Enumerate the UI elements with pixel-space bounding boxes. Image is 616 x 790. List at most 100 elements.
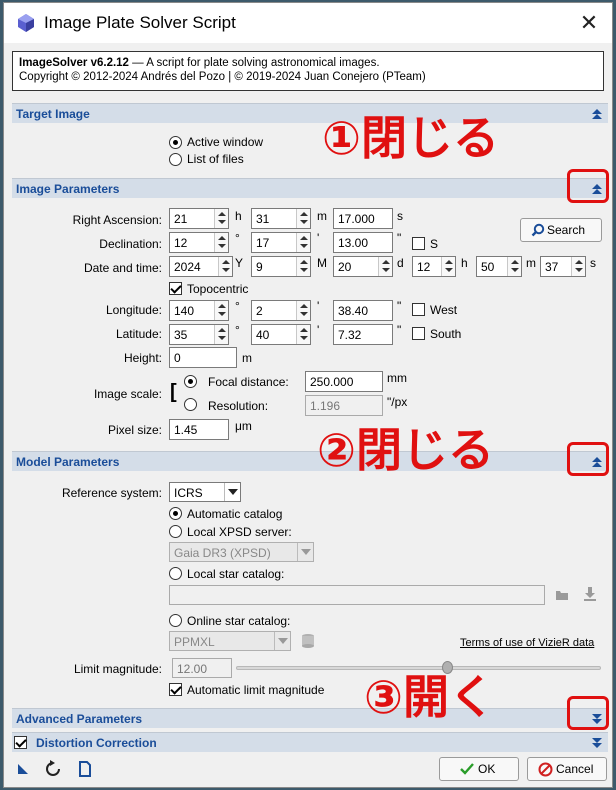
- active-window-radio[interactable]: [169, 136, 182, 149]
- height-label: Height:: [123, 351, 162, 365]
- checkmark-icon: [460, 763, 474, 775]
- cancel-label: Cancel: [556, 762, 594, 776]
- south-checkbox[interactable]: [412, 327, 425, 340]
- spin-arrows-icon[interactable]: [214, 233, 228, 252]
- spin-arrows-icon[interactable]: [214, 325, 228, 344]
- dec-south-checkbox[interactable]: [412, 237, 425, 250]
- online-star-catalog-radio[interactable]: [169, 614, 182, 627]
- spin-arrows-icon[interactable]: [296, 301, 310, 320]
- collapse-icon[interactable]: [590, 107, 604, 121]
- dec-south-label: S: [430, 237, 439, 251]
- topocentric-checkbox[interactable]: [169, 282, 182, 295]
- download-icon[interactable]: [582, 586, 598, 602]
- section-distortion-correction[interactable]: Distortion Correction: [12, 732, 608, 752]
- limit-magnitude-field[interactable]: 12.00: [172, 658, 232, 678]
- height-unit: m: [242, 351, 252, 365]
- section-target-image[interactable]: Target Image: [12, 103, 608, 123]
- minute-spinbox[interactable]: 50: [476, 256, 522, 277]
- section-model-parameters[interactable]: Model Parameters: [12, 451, 608, 471]
- unit-label: ': [317, 231, 320, 245]
- spin-arrows-icon[interactable]: [218, 257, 232, 276]
- online-catalog-select[interactable]: PPMXL: [169, 631, 291, 651]
- chevron-down-icon[interactable]: [224, 483, 240, 501]
- automatic-catalog-radio[interactable]: [169, 507, 182, 520]
- reference-system-select[interactable]: ICRS: [169, 482, 241, 502]
- section-title: Advanced Parameters: [16, 712, 143, 726]
- dec-minutes-spinbox[interactable]: 17: [251, 232, 311, 253]
- folder-icon[interactable]: [555, 588, 569, 602]
- spin-arrows-icon[interactable]: [378, 257, 392, 276]
- ra-seconds-field[interactable]: 17.000: [333, 208, 393, 229]
- year-spinbox[interactable]: 2024: [169, 256, 233, 277]
- ok-button[interactable]: OK: [439, 757, 519, 781]
- spin-arrows-icon[interactable]: [296, 209, 310, 228]
- spin-arrows-icon[interactable]: [296, 233, 310, 252]
- value: 17: [256, 236, 270, 250]
- focal-distance-field[interactable]: 250.000: [305, 371, 383, 392]
- automatic-limit-magnitude-label: Automatic limit magnitude: [187, 683, 325, 697]
- section-image-parameters[interactable]: Image Parameters: [12, 178, 608, 198]
- resolution-field[interactable]: 1.196: [305, 395, 383, 416]
- day-spinbox[interactable]: 20: [333, 256, 393, 277]
- local-star-catalog-radio[interactable]: [169, 567, 182, 580]
- search-label: Search: [547, 223, 586, 237]
- dec-seconds-field[interactable]: 13.00: [333, 232, 393, 253]
- xpsd-server-select[interactable]: Gaia DR3 (XPSD): [169, 542, 314, 562]
- unit-label: d: [397, 256, 404, 270]
- lat-seconds-field[interactable]: 7.32: [333, 324, 393, 345]
- unit-label: °: [235, 231, 240, 245]
- ra-hours-spinbox[interactable]: 21: [169, 208, 229, 229]
- spin-arrows-icon[interactable]: [296, 325, 310, 344]
- expand-icon[interactable]: [590, 736, 604, 750]
- reset-icon[interactable]: [44, 760, 62, 778]
- ra-minutes-spinbox[interactable]: 31: [251, 208, 311, 229]
- vizier-terms-link[interactable]: Terms of use of VizieR data: [460, 637, 594, 649]
- resolution-radio[interactable]: [184, 398, 197, 411]
- database-icon[interactable]: [300, 633, 316, 651]
- unit-label: s: [590, 256, 596, 270]
- height-field[interactable]: 0: [169, 347, 237, 368]
- distortion-correction-checkbox[interactable]: [14, 736, 27, 749]
- spin-arrows-icon[interactable]: [441, 257, 455, 276]
- pixel-size-field[interactable]: 1.45: [169, 419, 229, 440]
- list-of-files-radio[interactable]: [169, 153, 182, 166]
- automatic-limit-magnitude-checkbox[interactable]: [169, 683, 182, 696]
- search-button[interactable]: Search: [520, 218, 602, 242]
- unit-label: ": [397, 231, 402, 245]
- new-instance-icon[interactable]: [16, 762, 30, 776]
- value: 37: [545, 260, 559, 274]
- spin-arrows-icon[interactable]: [571, 257, 585, 276]
- lon-degrees-spinbox[interactable]: 140: [169, 300, 229, 321]
- local-star-catalog-path[interactable]: [169, 585, 545, 605]
- unit-label: h: [235, 209, 242, 223]
- spin-arrows-icon[interactable]: [214, 209, 228, 228]
- value: 50: [481, 260, 495, 274]
- month-spinbox[interactable]: 9: [251, 256, 311, 277]
- cancel-button[interactable]: Cancel: [527, 757, 607, 781]
- lat-degrees-spinbox[interactable]: 35: [169, 324, 229, 345]
- dec-degrees-spinbox[interactable]: 12: [169, 232, 229, 253]
- lon-seconds-field[interactable]: 38.40: [333, 300, 393, 321]
- title-bar: Image Plate Solver Script ✕: [4, 3, 612, 43]
- spin-arrows-icon[interactable]: [507, 257, 521, 276]
- west-checkbox[interactable]: [412, 303, 425, 316]
- chevron-down-icon[interactable]: [297, 543, 313, 561]
- value: 31: [256, 212, 270, 226]
- local-xpsd-radio[interactable]: [169, 525, 182, 538]
- spin-arrows-icon[interactable]: [296, 257, 310, 276]
- lon-minutes-spinbox[interactable]: 2: [251, 300, 311, 321]
- value: 12: [174, 236, 188, 250]
- hour-spinbox[interactable]: 12: [412, 256, 456, 277]
- document-icon[interactable]: [78, 761, 92, 777]
- second-spinbox[interactable]: 37: [540, 256, 586, 277]
- chevron-down-icon[interactable]: [274, 632, 290, 650]
- lat-minutes-spinbox[interactable]: 40: [251, 324, 311, 345]
- section-title: Distortion Correction: [36, 736, 157, 750]
- close-button[interactable]: ✕: [574, 9, 604, 37]
- value: 21: [174, 212, 188, 226]
- resolution-unit: "/px: [387, 395, 408, 409]
- spin-arrows-icon[interactable]: [214, 301, 228, 320]
- section-advanced-parameters[interactable]: Advanced Parameters: [12, 708, 608, 728]
- unit-label: s: [397, 209, 403, 223]
- focal-distance-radio[interactable]: [184, 375, 197, 388]
